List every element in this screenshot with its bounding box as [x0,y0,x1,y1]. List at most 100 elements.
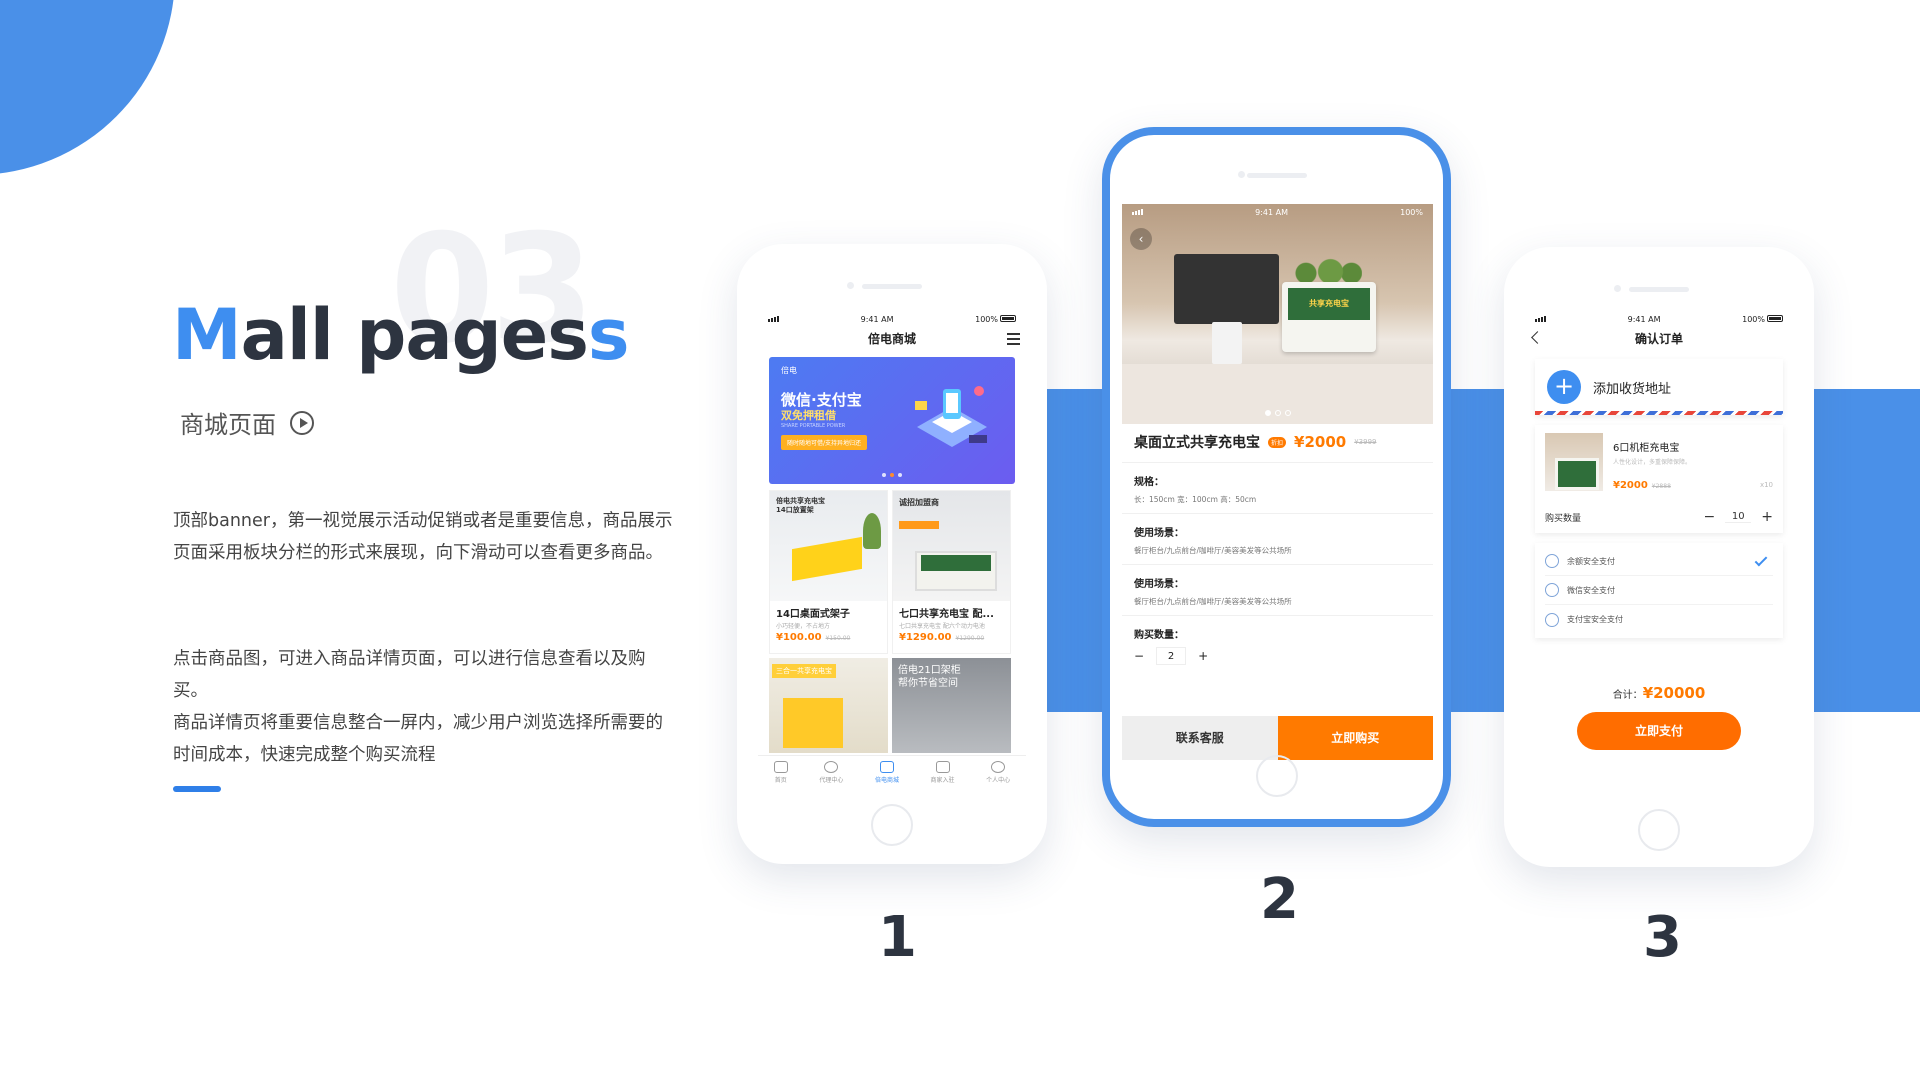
charger-screen-text: 共享充电宝 [1288,288,1370,320]
buy-now-button[interactable]: 立即购买 [1277,716,1433,760]
order-card: 6口机柜充电宝 人性化设计，多重保障保障。 ¥2000 ¥2888 x10 购买数… [1535,425,1783,533]
product-old-price: ¥3999 [1354,438,1377,446]
product-price: ¥1290.00 ¥1290.00 [899,632,985,643]
item-quantity: x10 [1759,481,1773,489]
store-icon [935,761,950,773]
plant-shape [863,513,881,549]
add-address-card[interactable]: + 添加收货地址 [1535,359,1783,415]
product-image: 倍电共享充电宝 14口放置架 [770,491,887,601]
home-button [1255,755,1298,797]
hero-dots [1264,410,1291,416]
phone-speaker [1246,173,1307,178]
status-time: 9:41 AM [1627,314,1661,324]
action-bar: 联系客服 立即购买 [1122,716,1433,760]
accent-line [173,786,221,792]
order-item[interactable]: 6口机柜充电宝 人性化设计，多重保障保障。 ¥2000 ¥2888 x10 [1545,433,1773,491]
phone-speaker [1629,287,1689,292]
play-icon[interactable] [290,410,314,435]
tab-mall[interactable]: 倍电商城 [875,761,899,791]
alipay-icon [1545,612,1559,627]
plus-icon[interactable]: + [1547,370,1581,404]
payment-option-wechat[interactable]: 微信安全支付 [1545,576,1773,605]
product-name: 桌面立式共享充电宝 [1134,435,1260,451]
contact-service-button[interactable]: 联系客服 [1122,716,1278,760]
tab-profile[interactable]: 个人中心 [986,761,1010,791]
home-button [1638,809,1680,851]
status-battery: 100% [1400,207,1423,217]
subtitle-text: 商城页面 [180,411,276,439]
corner-decoration [0,0,175,175]
banner-subheadline: 双免押租借 [781,409,836,422]
minus-icon[interactable]: − [1704,509,1716,525]
status-time: 9:41 AM [860,314,894,324]
item-subtitle: 人性化设计，多重保障保障。 [1613,459,1692,466]
spec-value: 长：150cm 宽：100cm 高：50cm [1134,495,1257,504]
quantity-label: 购买数量 [1545,513,1582,524]
quantity-value[interactable]: 10 [1725,511,1752,523]
tab-merchant[interactable]: 商家入驻 [931,761,955,791]
add-address-label: 添加收货地址 [1593,381,1672,397]
scene-label: 使用场景： [1134,579,1184,590]
payment-methods: 余额安全支付 微信安全支付 支付宝安全支付 [1535,543,1783,638]
phone-3-screen: 9:41 AM 100% 确认订单 + 添加收货地址 6口机柜充电宝 人性化设计… [1525,311,1793,791]
quantity-stepper: − 10 + [1704,509,1773,525]
payment-option-alipay[interactable]: 支付宝安全支付 [1545,605,1773,634]
home-icon [773,761,788,773]
pay-now-button[interactable]: 立即支付 [1577,712,1741,750]
product-image-text: 诚招加盟商 [899,498,939,507]
tab-agent[interactable]: 代理中心 [819,761,843,791]
product-image: 诚招加盟商 [893,491,1010,601]
back-icon[interactable]: ‹ [1130,228,1152,250]
home-button [871,804,913,846]
signal-icon [768,316,779,322]
scene-value: 餐厅柜台/九点前台/咖啡厅/美容美发等公共场所 [1134,546,1292,555]
status-bar: 9:41 AM 100% [758,311,1026,327]
check-icon [1754,553,1768,567]
payment-option-balance[interactable]: 余额安全支付 [1545,547,1773,576]
phone-label-2: 2 [1260,867,1299,932]
product-title-row: 桌面立式共享充电宝 折扣 ¥2000 ¥3999 [1122,424,1433,463]
spec-section: 规格： 长：150cm 宽：100cm 高：50cm [1122,463,1433,514]
banner-dots [882,473,902,477]
product-price: ¥100.00 ¥150.00 [776,632,851,643]
back-icon[interactable] [1531,331,1544,344]
page-subtitle: 商城页面 [180,405,314,440]
product-price: ¥2000 [1294,433,1347,451]
spec-label: 规格： [1134,477,1164,488]
product-card[interactable]: 倍电共享充电宝 14口放置架 14口桌面式架子 小巧轻便，不占地方 ¥100.0… [769,490,888,654]
scene-section: 使用场景： 餐厅柜台/九点前台/咖啡厅/美容美发等公共场所 [1122,565,1433,616]
order-total: 合计：¥20000 [1612,684,1706,702]
product-card-partial[interactable]: 倍电21口架柜 帮你节省空间 [892,658,1011,753]
plus-icon[interactable]: + [1198,649,1208,663]
banner-button[interactable]: 随时随地可借/支持异地归还 [781,435,868,450]
minus-icon[interactable]: − [1134,649,1144,663]
user-icon [991,761,1006,773]
product-card-partial[interactable]: 三合一共享充电宝 [769,658,888,753]
item-name: 6口机柜充电宝 [1613,443,1680,454]
product-card[interactable]: 诚招加盟商 七口共享充电宝 配... 七口共享充电宝 配六个动力电池 ¥1290… [892,490,1011,654]
discount-badge: 折扣 [1268,436,1287,448]
plus-icon[interactable]: + [1761,509,1773,525]
product-hero-image[interactable]: 9:41 AM 100% 共享充电宝 ‹ [1122,204,1433,424]
tab-bar: 首页 代理中心 倍电商城 商家入驻 个人中心 [758,755,1026,791]
battery-icon [999,314,1016,322]
battery-indicator: 100% [975,314,1016,324]
product-grid: 倍电共享充电宝 14口放置架 14口桌面式架子 小巧轻便，不占地方 ¥100.0… [758,490,1026,753]
tab-home[interactable]: 首页 [773,761,788,791]
phone-label-1: 1 [878,905,917,970]
description-1: 顶部banner，第一视觉展示活动促销或者是重要信息，商品展示页面采用板块分栏的… [173,511,673,563]
scene-section: 使用场景： 餐厅柜台/九点前台/咖啡厅/美容美发等公共场所 [1122,514,1433,565]
quantity-value[interactable]: 2 [1156,647,1187,665]
product-subtitle: 七口共享充电宝 配六个动力电池 [899,623,985,630]
menu-icon[interactable] [1007,333,1020,345]
wallet-icon [1545,554,1559,568]
battery-indicator: 100% [1742,314,1783,324]
tag-shape [899,521,939,529]
agent-icon [824,761,839,773]
product-title: 14口桌面式架子 [776,609,850,620]
monitor-stand-shape [1212,322,1242,364]
product-image-text: 倍电共享充电宝 14口放置架 [776,497,825,514]
phone-camera [847,282,854,289]
phone-camera [1238,171,1245,178]
promo-banner[interactable]: 倍电 微信·支付宝 双免押租借 SHARE PORTABLE POWER 随时随… [769,357,1015,484]
